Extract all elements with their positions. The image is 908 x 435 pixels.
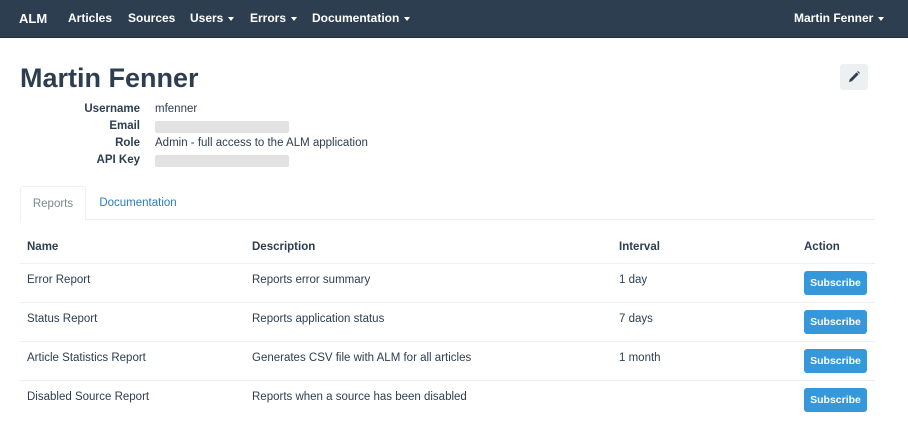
username-label: Username (84, 103, 140, 115)
subscribe-button[interactable]: Subscribe (804, 310, 867, 334)
api-key-value-redacted (155, 155, 289, 167)
nav-users-dropdown[interactable]: Users (190, 0, 235, 37)
nav-documentation-dropdown[interactable]: Documentation (312, 0, 411, 37)
pencil-icon (849, 71, 860, 82)
tab-reports[interactable]: Reports (20, 186, 86, 221)
report-description: Reports error summary (252, 274, 371, 286)
username-value: mfenner (155, 103, 198, 115)
report-description: Reports when a source has been disabled (252, 391, 467, 403)
subscribe-button[interactable]: Subscribe (804, 349, 867, 373)
api-key-label: API Key (96, 154, 140, 166)
user-menu-dropdown[interactable]: Martin Fenner (794, 0, 885, 37)
caret-down-icon (878, 16, 885, 21)
report-name: Disabled Source Report (27, 391, 150, 403)
subscribe-button[interactable]: Subscribe (804, 271, 867, 295)
brand-link[interactable]: ALM (19, 0, 47, 37)
caret-down-icon (291, 16, 298, 21)
role-value: Admin - full access to the ALM applicati… (155, 137, 368, 149)
nav-errors-label: Errors (250, 11, 287, 25)
column-header-name: Name (27, 241, 59, 253)
nav-articles[interactable]: Articles (68, 0, 112, 37)
report-interval: 7 days (619, 313, 653, 325)
nav-errors-dropdown[interactable]: Errors (250, 0, 298, 37)
report-name: Article Statistics Report (27, 352, 146, 364)
user-menu-label: Martin Fenner (794, 11, 874, 25)
nav-documentation-label: Documentation (312, 11, 400, 25)
column-header-action: Action (804, 241, 840, 253)
edit-profile-button[interactable] (840, 64, 868, 90)
caret-down-icon (228, 16, 235, 21)
column-header-interval: Interval (619, 241, 660, 253)
page-title: Martin Fenner (20, 63, 199, 93)
table-row-divider (20, 263, 875, 264)
caret-down-icon (404, 16, 411, 21)
report-interval: 1 day (619, 274, 648, 286)
email-label: Email (109, 120, 140, 132)
table-row-divider (20, 341, 875, 342)
role-label: Role (115, 137, 140, 149)
report-interval: 1 month (619, 352, 661, 364)
nav-users-label: Users (190, 11, 224, 25)
report-name: Error Report (27, 274, 91, 286)
email-value-redacted (155, 121, 289, 133)
column-header-description: Description (252, 241, 316, 253)
table-row-divider (20, 380, 875, 381)
report-description: Reports application status (252, 313, 385, 325)
nav-sources[interactable]: Sources (128, 0, 175, 37)
report-description: Generates CSV file with ALM for all arti… (252, 352, 472, 364)
table-row-divider (20, 302, 875, 303)
top-navbar: ALM Articles Sources Users Errors Docume… (0, 0, 908, 38)
subscribe-button[interactable]: Subscribe (804, 388, 867, 412)
report-name: Status Report (27, 313, 98, 325)
tab-documentation[interactable]: Documentation (85, 186, 191, 220)
